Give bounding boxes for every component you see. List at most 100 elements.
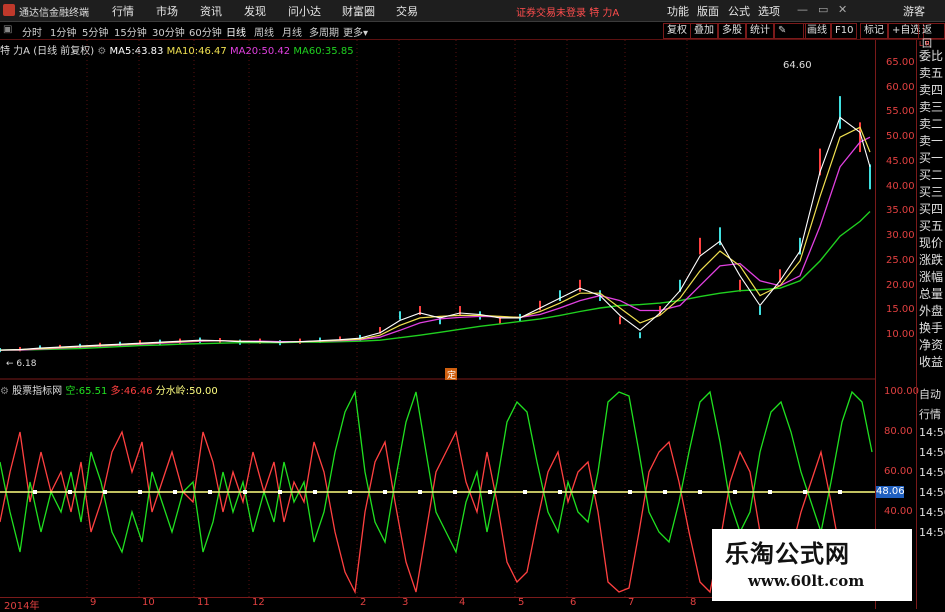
side-bottom-item[interactable]: 14:56 [919,486,945,499]
x-tick-label: 7 [628,597,635,608]
watermark-url: www.60lt.com [748,572,865,590]
water-dot [698,490,702,494]
period-15min[interactable]: 15分钟 [114,24,147,39]
side-bottom-item[interactable]: 14:56 [919,446,945,459]
minimize-icon[interactable]: — [797,3,808,16]
watermark-text: 乐淘公式网 [725,540,850,568]
water-dot [523,490,527,494]
close-icon[interactable]: ✕ [838,3,847,16]
menu-news[interactable]: 资讯 [200,3,222,19]
y-tick-label: 40.00 [886,180,915,192]
water-dot [173,490,177,494]
side-item[interactable]: 现价 [919,234,943,251]
y-tick-label: 10.00 [886,329,915,341]
side-item[interactable]: 卖五 [919,64,943,81]
period-timeshare[interactable]: 分时 [22,24,42,39]
x-tick-label: 2014年 [4,601,40,612]
period-weekly[interactable]: 周线 [254,24,274,39]
multi-stock-button[interactable]: 多股 [718,23,746,39]
side-item[interactable]: 卖三 [919,98,943,115]
period-60min[interactable]: 60分钟 [189,24,222,39]
water-dot [733,490,737,494]
period-5min[interactable]: 5分钟 [82,24,108,39]
side-item[interactable]: 卖二 [919,115,943,132]
ma20-line [0,136,871,351]
menu-options[interactable]: 选项 [758,3,780,19]
water-dot [768,490,772,494]
duo-label: 多: [110,386,124,397]
side-item[interactable]: 净资 [919,336,943,353]
water-dot [453,490,457,494]
maximize-icon[interactable]: ▭ [818,3,828,16]
menu-trade[interactable]: 交易 [396,3,418,19]
side-bottom-item[interactable]: 14:56 [919,506,945,519]
indicator-info-line: ⚙ 股票指标网 空:65.51 多:46.46 分水岭:50.00 [0,382,218,397]
pen-icon[interactable]: ✎ [774,23,806,39]
side-item[interactable]: 收益 [919,353,943,370]
overlay-button[interactable]: 叠加 [690,23,718,39]
y-tick-label: 25.00 [886,254,915,266]
x-tick-label: 2 [360,597,367,608]
adjust-button[interactable]: 复权 [663,23,691,39]
stock-chart[interactable]: 64.60 ← 6.18 定 [0,40,875,597]
side-item[interactable]: 涨幅 [919,268,943,285]
side-item[interactable]: 买五 [919,217,943,234]
side-item[interactable]: 外盘 [919,302,943,319]
side-item[interactable]: 买三 [919,183,943,200]
menu-quotes[interactable]: 行情 [112,3,134,19]
water-dot [243,490,247,494]
water-dot [488,490,492,494]
guest-user[interactable]: 游客 [903,3,925,19]
menu-function[interactable]: 功能 [667,3,689,19]
draw-line-button[interactable]: 画线 [803,23,831,39]
side-item[interactable]: 总量 [919,285,943,302]
period-multi[interactable]: 多周期 [309,24,339,39]
x-tick-label: 4 [459,597,466,608]
water-dot [803,490,807,494]
menu-layout[interactable]: 版面 [697,3,719,19]
period-daily[interactable]: 日线 [226,24,246,39]
period-30min[interactable]: 30分钟 [152,24,185,39]
period-monthly[interactable]: 月线 [282,24,302,39]
menu-ask[interactable]: 问小达 [288,3,321,19]
water-dot [418,490,422,494]
water-dot [33,490,37,494]
side-bottom-item[interactable]: 14:56 [919,526,945,539]
side-item[interactable]: 卖一 [919,132,943,149]
water-value: 50.00 [189,386,218,397]
settings-icon[interactable]: ⚙ [0,386,9,397]
side-item[interactable]: 买四 [919,200,943,217]
menu-formula[interactable]: 公式 [728,3,750,19]
side-item[interactable]: 卖四 [919,81,943,98]
period-more[interactable]: 更多▾ [343,24,368,39]
back-button[interactable]: 返回 [918,23,945,50]
water-dot [593,490,597,494]
side-item[interactable]: 涨跌 [919,251,943,268]
side-bottom-item[interactable]: 14:56 [919,466,945,479]
menu-discover[interactable]: 发现 [244,3,266,19]
login-status[interactable]: 证券交易未登录 特 力A [516,4,619,19]
side-bottom-item[interactable]: 14:56 [919,426,945,439]
collapse-icon[interactable]: ▣ [3,24,12,35]
y-tick-label: 35.00 [886,205,915,217]
side-item[interactable]: 买二 [919,166,943,183]
y-tick-label-indicator: 80.00 [884,426,913,437]
side-bottom-item[interactable]: 行情 [919,406,941,422]
y-tick-label: 50.00 [886,131,915,143]
menu-wealth[interactable]: 财富圈 [342,3,375,19]
duo-value: 46.46 [123,386,153,397]
y-tick-label-indicator: 60.00 [884,466,913,477]
water-dot [208,490,212,494]
menu-market[interactable]: 市场 [156,3,178,19]
y-tick-label-indicator: 40.00 [884,506,913,517]
side-item[interactable]: 委比 [919,47,943,64]
side-bottom-item[interactable]: 自动 [919,386,941,402]
f10-button[interactable]: F10 [831,23,858,39]
stats-button[interactable]: 统计 [746,23,774,39]
side-item[interactable]: 换手 [919,319,943,336]
mark-button[interactable]: 标记 [860,23,888,39]
period-1min[interactable]: 1分钟 [50,24,76,39]
side-item[interactable]: 买一 [919,149,943,166]
ma5-line [0,116,871,351]
water-dot [383,490,387,494]
